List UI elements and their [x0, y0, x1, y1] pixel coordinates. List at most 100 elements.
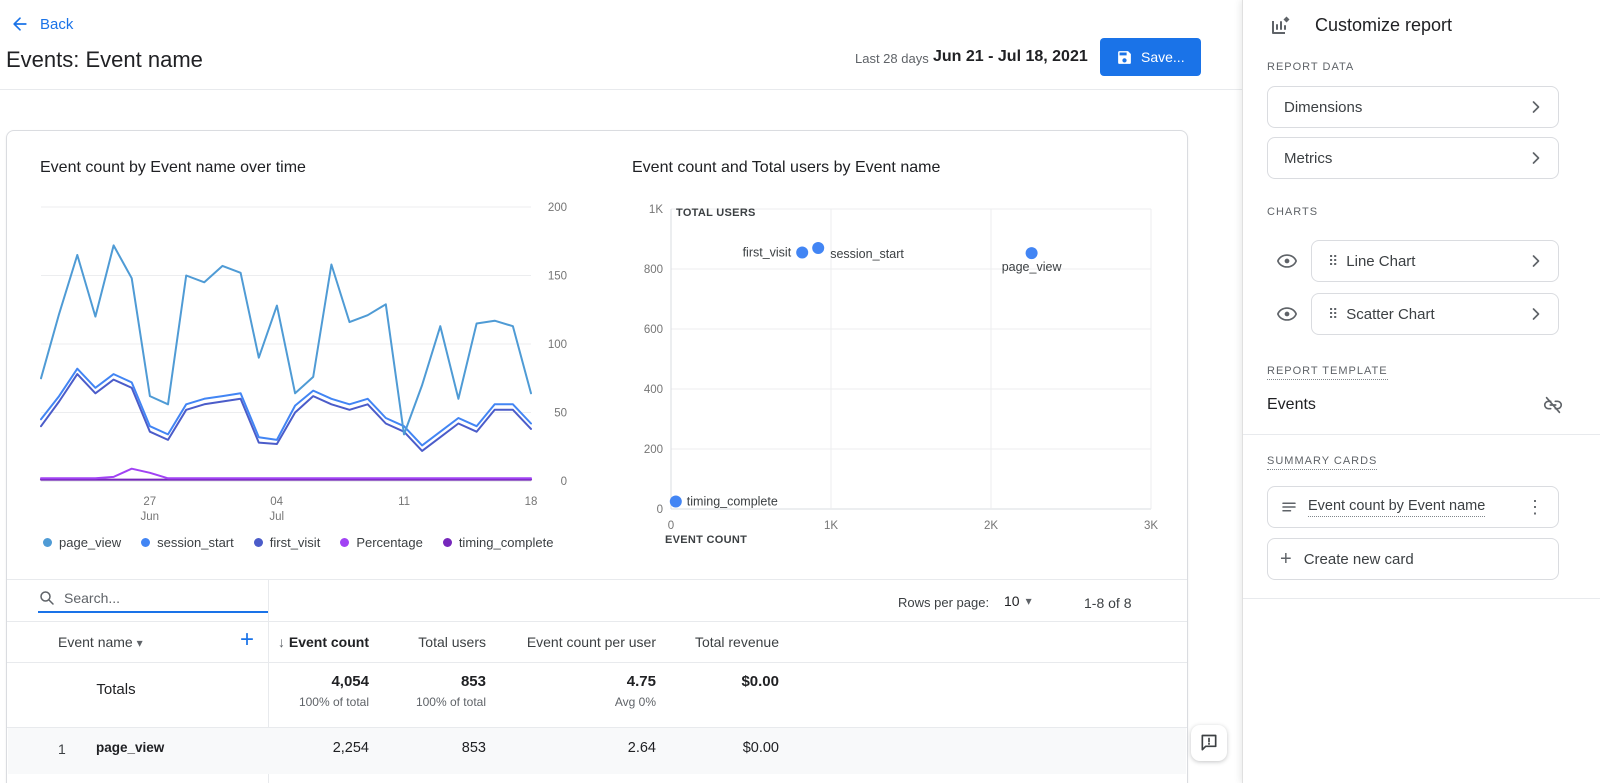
chevron-right-icon	[1526, 251, 1546, 271]
legend-item-Percentage[interactable]: Percentage	[340, 535, 423, 550]
legend-label: Percentage	[356, 535, 423, 550]
legend-dot	[254, 538, 263, 547]
column-header-per-user[interactable]: Event count per user	[487, 634, 656, 650]
svg-text:11: 11	[398, 496, 410, 508]
svg-text:session_start: session_start	[830, 247, 904, 261]
line-chart-row[interactable]: ⠿ Line Chart	[1311, 240, 1559, 282]
svg-text:50: 50	[554, 408, 567, 420]
create-new-card-button[interactable]: + Create new card	[1267, 538, 1559, 580]
header-row-divider	[7, 662, 1187, 663]
save-icon	[1116, 49, 1133, 66]
legend-item-session_start[interactable]: session_start	[141, 535, 234, 550]
date-range-label: Last 28 days	[855, 51, 929, 66]
header-divider	[0, 89, 1242, 90]
sidebar-divider	[1243, 434, 1600, 435]
report-template-section-label: REPORT TEMPLATE	[1267, 361, 1388, 380]
legend-item-page_view[interactable]: page_view	[43, 535, 121, 550]
sidebar-bottom-divider	[1243, 598, 1600, 599]
chevron-right-icon	[1526, 97, 1546, 117]
legend-dot	[443, 538, 452, 547]
controls-divider	[7, 621, 1187, 622]
event-name-header-label: Event name	[58, 634, 133, 650]
chevron-right-icon	[1526, 148, 1546, 168]
summary-card-title-text: Event count by Event name	[1308, 498, 1485, 517]
report-data-section-label: REPORT DATA	[1267, 61, 1354, 73]
table-search	[38, 589, 268, 613]
totals-total-users-value: 853	[387, 673, 486, 690]
legend-item-first_visit[interactable]: first_visit	[254, 535, 321, 550]
svg-text:0: 0	[668, 520, 674, 532]
chart-legend: page_view session_start first_visit Percent…	[43, 535, 553, 550]
svg-text:page_view: page_view	[1002, 260, 1063, 274]
scatter-chart-row[interactable]: ⠿ Scatter Chart	[1311, 293, 1559, 335]
legend-label: timing_complete	[459, 535, 554, 550]
main-area: Back Events: Event name Last 28 days Jun…	[0, 0, 1242, 783]
scatter-chart-label: Scatter Chart	[1346, 306, 1526, 323]
metrics-row[interactable]: Metrics	[1267, 137, 1559, 179]
line-chart-visibility-toggle[interactable]	[1275, 249, 1299, 273]
eye-icon	[1276, 250, 1298, 272]
svg-text:timing_complete: timing_complete	[687, 495, 778, 509]
svg-text:150: 150	[548, 271, 567, 283]
legend-dot	[43, 538, 52, 547]
totals-event-count-sub: 100% of total	[187, 695, 369, 709]
notes-icon	[1280, 498, 1298, 516]
column-header-event-name[interactable]: Event name ▾	[58, 634, 143, 650]
date-range-value[interactable]: Jun 21 - Jul 18, 2021	[933, 48, 1088, 66]
feedback-button[interactable]	[1191, 725, 1227, 761]
column-header-revenue[interactable]: Total revenue	[647, 634, 779, 650]
search-input[interactable]	[64, 590, 234, 606]
legend-label: session_start	[157, 535, 234, 550]
unlink-template-button[interactable]	[1540, 392, 1566, 418]
drag-handle-icon[interactable]: ⠿	[1328, 253, 1336, 270]
row-index: 1	[58, 741, 66, 757]
search-icon	[38, 589, 56, 607]
summary-card-row[interactable]: Event count by Event name ⋮	[1267, 486, 1559, 528]
rows-per-page-select[interactable]: 10 ▾	[1004, 593, 1032, 609]
scatter-chart-title: Event count and Total users by Event nam…	[632, 159, 940, 177]
svg-text:3K: 3K	[1144, 520, 1158, 532]
legend-label: first_visit	[270, 535, 321, 550]
panel-title: Customize report	[1315, 15, 1452, 36]
svg-text:100: 100	[548, 339, 567, 351]
charts-section-label: CHARTS	[1267, 206, 1318, 218]
totals-event-count: 4,054 100% of total	[187, 673, 369, 709]
template-name: Events	[1267, 396, 1316, 414]
svg-text:27: 27	[143, 496, 156, 508]
row-total-users: 853	[387, 740, 486, 756]
svg-text:1K: 1K	[824, 520, 838, 532]
caret-down-icon: ▾	[1026, 594, 1032, 608]
line-chart-title: Event count by Event name over time	[40, 159, 306, 177]
svg-text:Jul: Jul	[269, 511, 284, 523]
totals-revenue: $0.00	[647, 673, 779, 690]
dimensions-row[interactable]: Dimensions	[1267, 86, 1559, 128]
legend-item-timing_complete[interactable]: timing_complete	[443, 535, 554, 550]
rows-per-page-label: Rows per page:	[898, 595, 989, 610]
summary-card-title: Event count by Event name	[1308, 498, 1524, 517]
svg-text:200: 200	[644, 444, 663, 456]
event-count-header-label: Event count	[289, 634, 369, 650]
report-template-label-text: REPORT TEMPLATE	[1267, 365, 1388, 380]
scatter-chart-visibility-toggle[interactable]	[1275, 302, 1299, 326]
metrics-label: Metrics	[1284, 150, 1526, 167]
summary-cards-section-label: SUMMARY CARDS	[1267, 451, 1377, 470]
line-chart-label: Line Chart	[1346, 253, 1526, 270]
feedback-icon	[1199, 733, 1219, 753]
app-root: { "icons": { "caret_down": "▾", "plus": …	[0, 0, 1600, 783]
totals-revenue-value: $0.00	[647, 673, 779, 690]
svg-text:400: 400	[644, 384, 663, 396]
column-header-event-count[interactable]: ↓ Event count	[187, 634, 369, 650]
totals-per-user-sub: Avg 0%	[487, 695, 656, 709]
summary-cards-label-text: SUMMARY CARDS	[1267, 455, 1377, 470]
row-event-name: page_view	[96, 740, 164, 755]
customize-report-panel: Customize report REPORT DATA Dimensions …	[1242, 0, 1600, 783]
kebab-menu-icon[interactable]: ⋮	[1524, 497, 1546, 518]
svg-text:Jun: Jun	[141, 511, 160, 523]
line-chart: 05010015020027Jun04Jul1118	[37, 193, 577, 527]
drag-handle-icon[interactable]: ⠿	[1328, 306, 1336, 323]
column-header-total-users[interactable]: Total users	[387, 634, 486, 650]
back-button[interactable]: Back	[10, 14, 73, 34]
save-button[interactable]: Save...	[1100, 38, 1201, 76]
back-arrow-icon	[10, 14, 30, 34]
caret-down-icon: ▾	[137, 636, 143, 650]
